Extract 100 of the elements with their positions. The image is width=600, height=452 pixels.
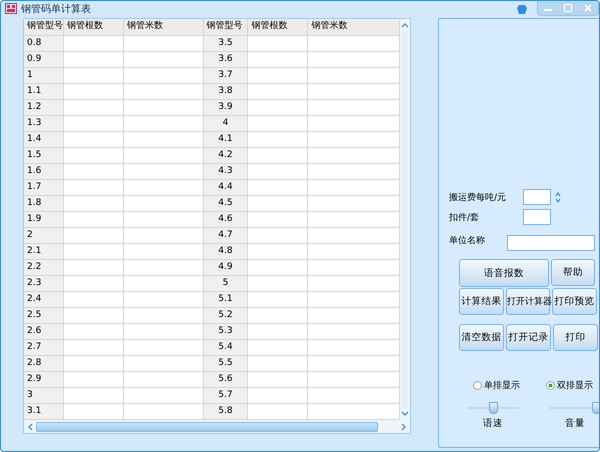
column-header[interactable]: 钢管米数 bbox=[124, 19, 204, 36]
table-cell[interactable] bbox=[124, 68, 204, 84]
action-button[interactable]: 语音报数 bbox=[459, 259, 549, 287]
table-cell[interactable] bbox=[64, 292, 124, 308]
input-field[interactable] bbox=[523, 209, 551, 225]
table-cell[interactable] bbox=[248, 148, 308, 164]
slider-thumb[interactable] bbox=[488, 402, 498, 414]
column-header[interactable]: 钢管根数 bbox=[248, 19, 308, 36]
input-field[interactable] bbox=[507, 235, 595, 251]
table-cell[interactable] bbox=[64, 340, 124, 356]
skin-icon[interactable] bbox=[517, 4, 527, 14]
radio-button[interactable]: 双排显示 bbox=[546, 379, 593, 392]
table-cell[interactable] bbox=[248, 308, 308, 324]
table-cell[interactable] bbox=[124, 36, 204, 52]
action-button[interactable]: 打开记录 bbox=[506, 324, 551, 351]
column-header[interactable]: 钢管根数 bbox=[64, 19, 124, 36]
table-cell[interactable] bbox=[248, 388, 308, 404]
table-cell[interactable] bbox=[124, 228, 204, 244]
column-header[interactable]: 钢管型号 bbox=[24, 19, 64, 36]
table-cell[interactable] bbox=[64, 324, 124, 340]
table-cell[interactable] bbox=[124, 116, 204, 132]
table-cell[interactable] bbox=[124, 276, 204, 292]
column-header[interactable]: 钢管型号 bbox=[204, 19, 248, 36]
table-cell[interactable] bbox=[248, 100, 308, 116]
table-cell[interactable] bbox=[248, 244, 308, 260]
table-cell[interactable] bbox=[124, 84, 204, 100]
table-cell[interactable] bbox=[64, 228, 124, 244]
table-cell[interactable] bbox=[124, 340, 204, 356]
table-cell[interactable] bbox=[124, 164, 204, 180]
table-cell[interactable] bbox=[248, 164, 308, 180]
table-cell[interactable] bbox=[124, 196, 204, 212]
table-cell[interactable] bbox=[64, 180, 124, 196]
table-cell: 3.1 bbox=[24, 404, 64, 420]
action-button[interactable]: 帮助 bbox=[551, 259, 595, 286]
table-cell[interactable] bbox=[64, 212, 124, 228]
table-cell[interactable] bbox=[64, 388, 124, 404]
table-cell[interactable] bbox=[124, 180, 204, 196]
column-header[interactable]: 钢管米数 bbox=[308, 19, 400, 36]
table-cell[interactable] bbox=[64, 244, 124, 260]
slider-thumb[interactable] bbox=[592, 402, 599, 414]
table-cell[interactable] bbox=[124, 388, 204, 404]
table-cell[interactable] bbox=[248, 196, 308, 212]
table-cell[interactable] bbox=[248, 68, 308, 84]
table-cell[interactable] bbox=[124, 308, 204, 324]
action-button[interactable]: 打印 bbox=[553, 324, 598, 351]
table-cell[interactable] bbox=[64, 84, 124, 100]
action-button[interactable]: 打开计算器 bbox=[506, 288, 550, 315]
action-button[interactable]: 打印预览 bbox=[552, 288, 597, 315]
table-cell[interactable] bbox=[64, 196, 124, 212]
horizontal-scrollbar[interactable] bbox=[24, 420, 410, 433]
table-cell[interactable] bbox=[124, 52, 204, 68]
action-button[interactable]: 清空数据 bbox=[459, 324, 504, 351]
table-cell[interactable] bbox=[64, 100, 124, 116]
table-cell[interactable] bbox=[124, 212, 204, 228]
table-cell[interactable] bbox=[64, 148, 124, 164]
table-cell[interactable] bbox=[124, 260, 204, 276]
scroll-left-icon[interactable] bbox=[27, 422, 33, 430]
table-cell[interactable] bbox=[64, 276, 124, 292]
table-cell[interactable] bbox=[64, 52, 124, 68]
table-cell[interactable] bbox=[64, 372, 124, 388]
table-cell[interactable] bbox=[248, 180, 308, 196]
table-cell[interactable] bbox=[248, 292, 308, 308]
action-button[interactable]: 计算结果 bbox=[459, 288, 504, 315]
table-cell[interactable] bbox=[248, 212, 308, 228]
vertical-scrollbar[interactable] bbox=[400, 19, 410, 420]
table-cell[interactable] bbox=[248, 36, 308, 52]
table-cell[interactable] bbox=[124, 372, 204, 388]
table-cell[interactable] bbox=[248, 356, 308, 372]
table-cell[interactable] bbox=[124, 356, 204, 372]
table-cell[interactable] bbox=[64, 36, 124, 52]
table-cell[interactable] bbox=[64, 132, 124, 148]
table-cell[interactable] bbox=[248, 52, 308, 68]
table-cell[interactable] bbox=[124, 244, 204, 260]
table-cell[interactable] bbox=[248, 84, 308, 100]
scroll-right-icon[interactable] bbox=[401, 422, 407, 430]
radio-button[interactable]: 单排显示 bbox=[473, 379, 520, 392]
table-cell[interactable] bbox=[248, 132, 308, 148]
table-cell[interactable] bbox=[124, 292, 204, 308]
table-cell[interactable] bbox=[64, 164, 124, 180]
table-cell[interactable] bbox=[64, 260, 124, 276]
table-cell[interactable] bbox=[124, 132, 204, 148]
scroll-up-icon[interactable] bbox=[401, 22, 409, 28]
table-cell[interactable] bbox=[248, 324, 308, 340]
table-cell[interactable] bbox=[124, 100, 204, 116]
scroll-down-icon[interactable] bbox=[401, 411, 409, 417]
table-cell[interactable] bbox=[248, 340, 308, 356]
table-cell[interactable] bbox=[124, 148, 204, 164]
table-cell[interactable] bbox=[248, 260, 308, 276]
scrollbar-thumb[interactable] bbox=[36, 422, 378, 432]
input-field[interactable] bbox=[523, 189, 551, 205]
table-cell[interactable] bbox=[64, 308, 124, 324]
table-cell[interactable] bbox=[248, 372, 308, 388]
table-cell[interactable] bbox=[64, 68, 124, 84]
table-cell[interactable] bbox=[248, 116, 308, 132]
table-cell[interactable] bbox=[64, 356, 124, 372]
table-cell[interactable] bbox=[248, 228, 308, 244]
table-cell[interactable] bbox=[64, 116, 124, 132]
table-cell[interactable] bbox=[124, 324, 204, 340]
table-cell[interactable] bbox=[248, 276, 308, 292]
spinner-control[interactable] bbox=[555, 192, 561, 202]
